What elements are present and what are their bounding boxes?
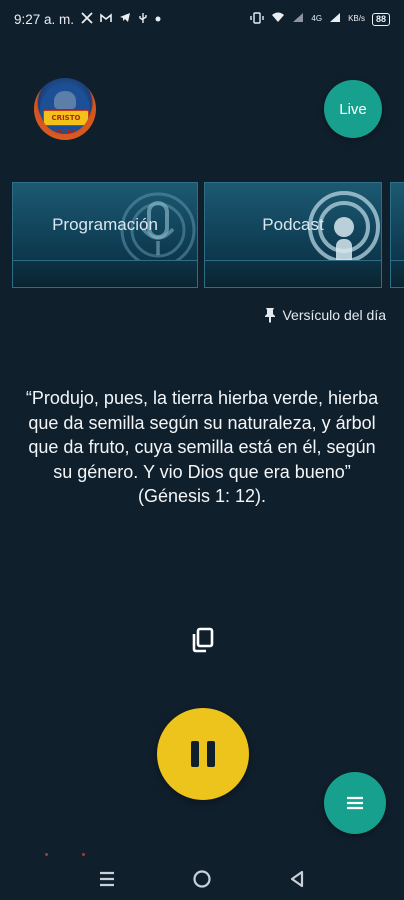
menu-icon <box>347 796 363 810</box>
copy-button[interactable] <box>189 626 217 654</box>
card-next-partial[interactable] <box>390 182 404 288</box>
card-podcast[interactable]: Podcast <box>204 182 382 288</box>
logo-figure <box>54 91 76 109</box>
verse-body: “Produjo, pues, la tierra hierba verde, … <box>25 388 379 482</box>
pause-bar-left <box>191 741 199 767</box>
card-reflection <box>391 260 404 287</box>
verse-of-day-header: Versículo del día <box>264 307 386 323</box>
verse-text: “Produjo, pues, la tierra hierba verde, … <box>24 386 380 509</box>
dot-icon <box>155 14 161 25</box>
status-left: 9:27 a. m. <box>14 12 161 27</box>
vibrate-icon <box>250 11 265 27</box>
card-reflection <box>205 260 381 287</box>
verse-of-day-label: Versículo del día <box>282 307 386 323</box>
gmail-icon <box>100 12 112 26</box>
verse-reference: (Génesis 1: 12). <box>137 486 267 506</box>
status-time: 9:27 a. m. <box>14 11 75 27</box>
lte-signal-icon <box>329 12 341 26</box>
card-reflection <box>13 260 197 287</box>
menu-button[interactable] <box>324 772 386 834</box>
usb-icon <box>138 12 148 27</box>
page-dot <box>45 853 48 856</box>
recents-icon <box>100 871 115 887</box>
telegram-icon <box>119 12 131 26</box>
live-button[interactable]: Live <box>324 80 382 138</box>
battery-icon: 88 <box>371 12 390 26</box>
nav-back-button[interactable] <box>277 863 317 895</box>
card-label-programacion: Programación <box>52 215 158 234</box>
x-icon <box>81 11 93 27</box>
nav-recents-button[interactable] <box>87 863 127 895</box>
card-programacion[interactable]: Programación <box>12 182 198 288</box>
signal-icon <box>292 12 304 26</box>
pause-bar-right <box>207 741 215 767</box>
app-logo: CRISTO VIENE <box>34 78 96 140</box>
play-pause-button[interactable] <box>157 708 249 800</box>
network-label: 4G <box>311 14 323 23</box>
card-label-podcast: Podcast <box>262 215 324 234</box>
home-icon <box>193 870 211 888</box>
copy-icon <box>192 627 214 653</box>
logo-banner: CRISTO VIENE <box>43 110 89 134</box>
pin-icon <box>265 308 276 323</box>
live-label: Live <box>339 100 367 118</box>
wifi-icon <box>271 12 285 26</box>
back-icon <box>290 870 303 888</box>
page-dot <box>82 853 85 856</box>
status-bar: 9:27 a. m. 4G KB/s 88 <box>0 0 404 38</box>
speed-label: KB/s <box>348 14 365 23</box>
status-right: 4G KB/s 88 <box>250 11 390 27</box>
nav-home-button[interactable] <box>182 863 222 895</box>
system-nav-bar <box>0 858 404 900</box>
pause-icon <box>191 741 215 767</box>
logo-inner: CRISTO VIENE <box>40 84 90 134</box>
